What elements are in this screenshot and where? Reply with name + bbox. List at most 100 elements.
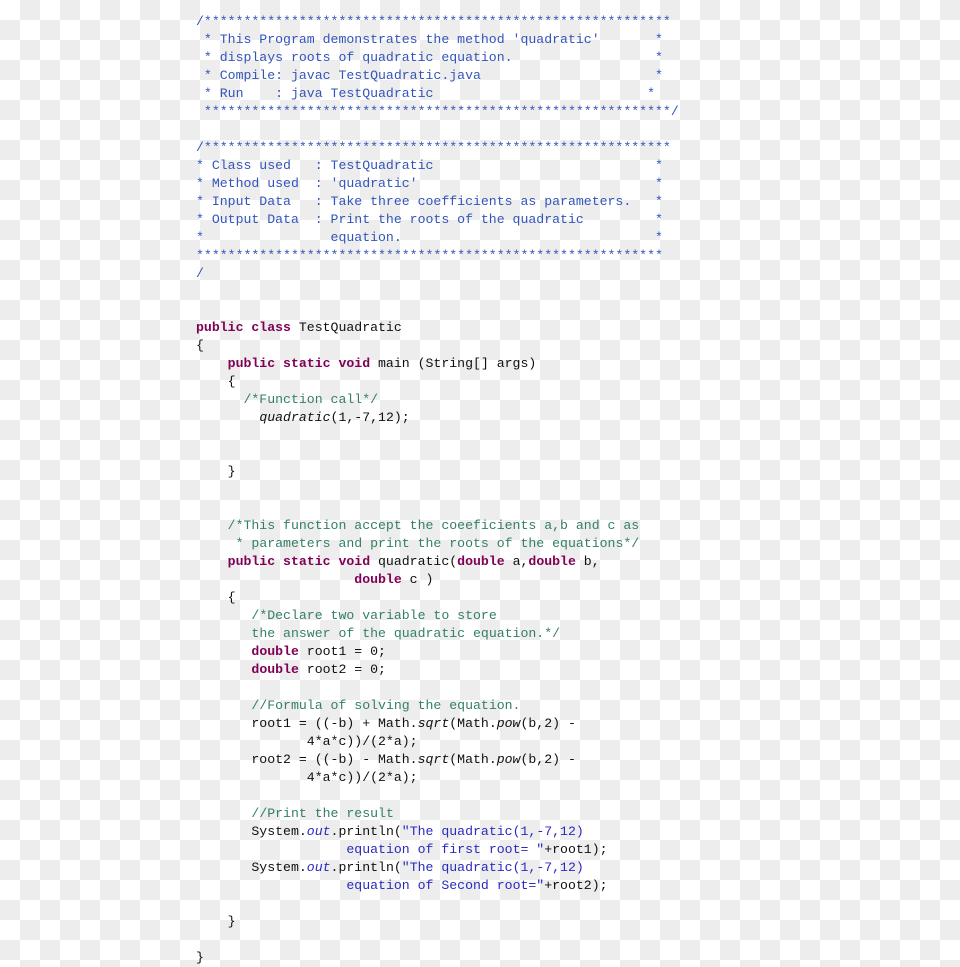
code-token: b, <box>575 554 600 570</box>
code-token: "The quadratic(1,-7,12) <box>401 824 584 840</box>
code-listing: / ***************************************… <box>196 13 816 967</box>
code-token: * Input Data : Take three coefficients a… <box>196 194 663 210</box>
code-token: double <box>354 572 402 588</box>
code-token: .println( <box>330 860 402 876</box>
code-line: { <box>196 373 816 391</box>
code-line: * parameters and print the roots of the … <box>196 535 816 553</box>
code-token: /***************************************… <box>196 140 671 156</box>
code-token: /***************************************… <box>196 14 671 30</box>
code-token: System. <box>196 824 307 840</box>
code-line: 4*a*c))/(2*a); <box>196 733 816 751</box>
code-token: * Run : java TestQuadratic * <box>196 86 655 102</box>
code-line: /*Declare two variable to store <box>196 607 816 625</box>
code-line: * Output Data : Print the roots of the q… <box>196 211 816 229</box>
code-line: } <box>196 913 816 931</box>
code-token: sqrt <box>417 716 450 732</box>
code-line: double root2 = 0; <box>196 661 816 679</box>
code-token: quadratic <box>259 410 331 426</box>
code-token: 4*a*c))/(2*a); <box>196 734 418 750</box>
code-line: /***************************************… <box>196 139 816 157</box>
code-line: /*Function call*/ <box>196 391 816 409</box>
code-line: 4*a*c))/(2*a); <box>196 769 816 787</box>
code-token: equation of Second root=" <box>346 878 545 894</box>
code-line: /*This function accept the coeeficients … <box>196 517 816 535</box>
code-token: root1 = 0; <box>298 644 386 660</box>
code-token: root2 = ((-b) - Math. <box>196 752 418 768</box>
code-token: public class <box>196 320 291 336</box>
code-token: (b,2) - <box>520 716 576 732</box>
code-line: double c ) <box>196 571 816 589</box>
code-line: //Formula of solving the equation. <box>196 697 816 715</box>
code-token: /*Function call*/ <box>243 392 379 408</box>
code-token: double <box>251 644 299 660</box>
code-token: +root2); <box>544 878 608 894</box>
code-token: { <box>196 590 236 606</box>
code-token: out <box>306 860 331 876</box>
code-token: { <box>196 338 204 354</box>
code-token: } <box>196 464 236 480</box>
code-line: System.out.println("The quadratic(1,-7,1… <box>196 823 816 841</box>
code-token: (Math. <box>449 716 497 732</box>
code-token: 4*a*c))/(2*a); <box>196 770 418 786</box>
code-line: the answer of the quadratic equation.*/ <box>196 625 816 643</box>
code-token: //Print the result <box>251 806 394 822</box>
code-token: } <box>196 950 204 966</box>
code-token: } <box>196 914 236 930</box>
code-token: * displays roots of quadratic equation. … <box>196 50 663 66</box>
code-line: public static void quadratic(double a,do… <box>196 553 816 571</box>
code-line: * Input Data : Take three coefficients a… <box>196 193 816 211</box>
code-token: main (String[] args) <box>370 356 537 372</box>
code-token: +root1); <box>544 842 608 858</box>
code-token: out <box>306 824 331 840</box>
code-line: public static void main (String[] args) <box>196 355 816 373</box>
code-line: * equation. * <box>196 229 816 247</box>
code-line: equation of Second root="+root2); <box>196 877 816 895</box>
code-token: ****************************************… <box>196 248 663 264</box>
code-line: * Class used : TestQuadratic * <box>196 157 816 175</box>
code-line: public class TestQuadratic <box>196 319 816 337</box>
code-token: double <box>528 554 576 570</box>
code-token: * Method used : 'quadratic' * <box>196 176 663 192</box>
code-token: "The quadratic(1,-7,12) <box>401 860 584 876</box>
code-line: ****************************************… <box>196 247 816 265</box>
code-token: / <box>196 266 204 282</box>
code-line: double root1 = 0; <box>196 643 816 661</box>
code-token: quadratic( <box>370 554 458 570</box>
code-token: equation of first root= " <box>346 842 545 858</box>
code-token: ****************************************… <box>196 104 679 120</box>
code-line: equation of first root= "+root1); <box>196 841 816 859</box>
code-token: /*This function accept the coeeficients … <box>227 518 640 534</box>
code-token: * This Program demonstrates the method '… <box>196 32 663 48</box>
code-token: sqrt <box>417 752 450 768</box>
code-token: root1 = ((-b) + Math. <box>196 716 418 732</box>
code-token: * Class used : TestQuadratic * <box>196 158 663 174</box>
code-token: System. <box>196 860 307 876</box>
code-line: //Print the result <box>196 805 816 823</box>
code-token: (Math. <box>449 752 497 768</box>
code-token: pow <box>496 752 521 768</box>
code-token: //Formula of solving the equation. <box>251 698 521 714</box>
code-token: double <box>251 662 299 678</box>
code-line: ****************************************… <box>196 103 816 121</box>
code-line: * displays roots of quadratic equation. … <box>196 49 816 67</box>
code-token: /*Declare two variable to store <box>251 608 497 624</box>
code-token: * parameters and print the roots of the … <box>235 536 640 552</box>
code-line: } <box>196 949 816 967</box>
code-line: * Method used : 'quadratic' * <box>196 175 816 193</box>
